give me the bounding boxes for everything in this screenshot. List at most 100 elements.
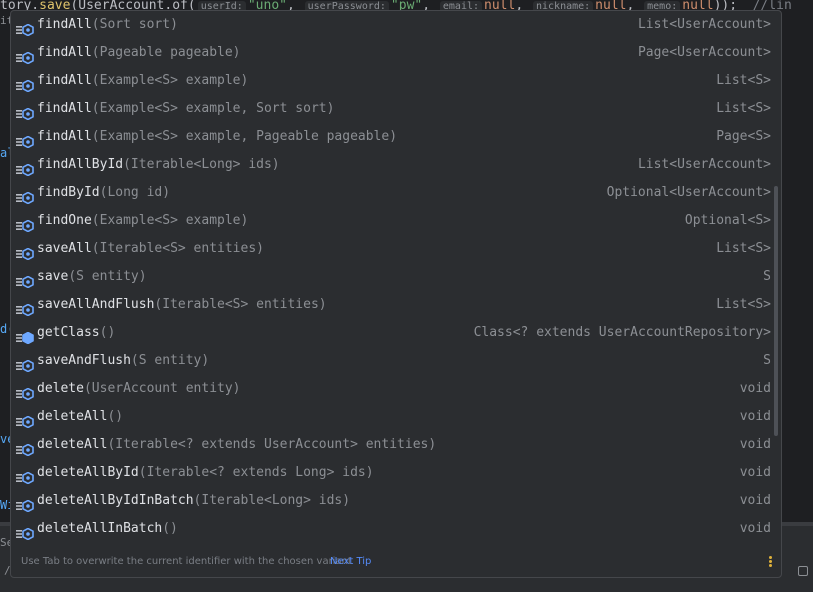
method-icon [16, 411, 34, 429]
return-type: S [763, 353, 771, 368]
completion-signature: findAll(Pageable pageable) [37, 39, 241, 67]
completion-item[interactable]: findAll(Example<S> example, Pageable pag… [11, 123, 781, 151]
completion-signature: deleteAll(Iterable<? extends UserAccount… [37, 431, 436, 459]
completion-item[interactable]: deleteAllById(Iterable<? extends Long> i… [11, 459, 781, 487]
method-params: (Example<S> example, Sort sort) [91, 101, 335, 116]
completion-item[interactable]: delete(UserAccount entity) void [11, 375, 781, 403]
method-params: () [107, 409, 124, 424]
completion-item[interactable]: deleteAll() void [11, 403, 781, 431]
method-name: deleteAllInBatch [37, 521, 163, 536]
next-tip-link[interactable]: Next Tip [330, 547, 371, 577]
method-name: save [37, 269, 69, 284]
return-type: List<UserAccount> [637, 157, 771, 172]
completion-signature: findAll(Example<S> example, Pageable pag… [37, 123, 397, 151]
completion-signature: findAll(Example<S> example, Sort sort) [37, 95, 334, 123]
ide-window: tory.save(UserAccount.of(userId: "uno", u… [0, 0, 813, 592]
method-icon [16, 75, 34, 93]
return-type: Class<? extends UserAccountRepository> [473, 325, 771, 340]
method-params: (Long id) [99, 185, 171, 200]
method-params: (Iterable<Long> ids) [193, 493, 351, 508]
method-name: deleteAll [37, 409, 108, 424]
method-icon [16, 47, 34, 65]
method-icon [16, 355, 34, 373]
method-name: getClass [37, 325, 100, 340]
completion-item[interactable]: findAll(Example<S> example) List<S> [11, 67, 781, 95]
completion-signature: findOne(Example<S> example) [37, 207, 248, 235]
return-type: void [739, 409, 771, 424]
method-name: saveAllAndFlush [37, 297, 155, 312]
method-params: (Sort sort) [91, 17, 178, 32]
method-name: findAll [37, 17, 92, 32]
completion-item[interactable]: deleteAll(Iterable<? extends UserAccount… [11, 431, 781, 459]
method-icon [16, 439, 34, 457]
completion-item[interactable]: findById(Long id) Optional<UserAccount> [11, 179, 781, 207]
completion-signature: saveAndFlush(S entity) [37, 347, 209, 375]
return-type: void [739, 521, 771, 536]
method-icon [16, 159, 34, 177]
completion-item[interactable]: findAll(Pageable pageable) Page<UserAccou… [11, 39, 781, 67]
method-params: (Example<S> example) [91, 213, 249, 228]
completion-signature: saveAllAndFlush(Iterable<S> entities) [37, 291, 327, 319]
return-type: List<S> [716, 101, 771, 116]
method-icon [16, 495, 34, 513]
more-options-icon[interactable] [769, 556, 773, 568]
method-params: (Iterable<? extends UserAccount> entitie… [107, 437, 437, 452]
completion-signature: findById(Long id) [37, 179, 170, 207]
method-name: deleteAll [37, 437, 108, 452]
method-params: (Example<S> example) [91, 73, 249, 88]
completion-signature: findAll(Example<S> example) [37, 67, 248, 95]
completion-signature: findAllById(Iterable<Long> ids) [37, 151, 280, 179]
completion-item[interactable]: saveAndFlush(S entity) S [11, 347, 781, 375]
completion-item[interactable]: findOne(Example<S> example) Optional<S> [11, 207, 781, 235]
method-icon [16, 215, 34, 233]
scroll-lock-icon[interactable] [798, 566, 808, 576]
completion-item[interactable]: saveAll(Iterable<S> entities) List<S> [11, 235, 781, 263]
return-type: S [763, 269, 771, 284]
completion-signature: findAll(Sort sort) [37, 11, 178, 39]
return-type: List<S> [716, 73, 771, 88]
completion-item[interactable]: findAllById(Iterable<Long> ids) List<User… [11, 151, 781, 179]
method-params: (Iterable<S> entities) [154, 297, 327, 312]
completion-item[interactable]: getClass() Class<? extends UserAccountRep… [11, 319, 781, 347]
method-params: (Pageable pageable) [91, 45, 241, 60]
method-icon [16, 299, 34, 317]
method-name: saveAndFlush [37, 353, 131, 368]
method-name: delete [37, 381, 84, 396]
completion-signature: deleteAllByIdInBatch(Iterable<Long> ids) [37, 487, 350, 515]
method-name: deleteAllById [37, 465, 139, 480]
completion-signature: saveAll(Iterable<S> entities) [37, 235, 264, 263]
completion-footer: Use Tab to overwrite the current identif… [11, 547, 781, 577]
method-icon [16, 103, 34, 121]
return-type: List<UserAccount> [637, 17, 771, 32]
method-params: (S entity) [130, 353, 210, 368]
method-icon [16, 187, 34, 205]
completion-scrollbar[interactable] [774, 186, 778, 436]
completion-item[interactable]: deleteAllInBatch() void [11, 515, 781, 543]
method-name: findAll [37, 45, 92, 60]
method-params: (Iterable<S> entities) [91, 241, 264, 256]
completion-signature: save(S entity) [37, 263, 147, 291]
completion-item[interactable]: findAll(Example<S> example, Sort sort) Li… [11, 95, 781, 123]
method-name: findAll [37, 129, 92, 144]
completion-item[interactable]: findAll(Sort sort) List<UserAccount> [11, 11, 781, 39]
completion-signature: deleteAll() [37, 403, 123, 431]
return-type: Optional<UserAccount> [606, 185, 771, 200]
completion-item[interactable]: save(S entity) S [11, 263, 781, 291]
method-params: (Example<S> example, Pageable pageable) [91, 129, 398, 144]
code-completion-popup[interactable]: findAll(Sort sort) List<UserAccount> findA… [10, 10, 782, 578]
return-type: List<S> [716, 241, 771, 256]
completion-item[interactable]: deleteAllByIdInBatch(Iterable<Long> ids)… [11, 487, 781, 515]
method-name: findAll [37, 73, 92, 88]
method-params: () [162, 521, 178, 536]
method-name: deleteAllByIdInBatch [37, 493, 194, 508]
method-params: () [99, 325, 116, 340]
completion-signature: deleteAllInBatch() [37, 515, 178, 543]
return-type: List<S> [716, 297, 771, 312]
completion-signature: deleteAllById(Iterable<? extends Long> i… [37, 459, 374, 487]
method-name: findOne [37, 213, 92, 228]
return-type: Page<S> [716, 129, 771, 144]
method-params: (UserAccount entity) [83, 381, 241, 396]
method-icon [16, 243, 34, 261]
completion-signature: delete(UserAccount entity) [37, 375, 241, 403]
completion-item[interactable]: saveAllAndFlush(Iterable<S> entities) Lis… [11, 291, 781, 319]
